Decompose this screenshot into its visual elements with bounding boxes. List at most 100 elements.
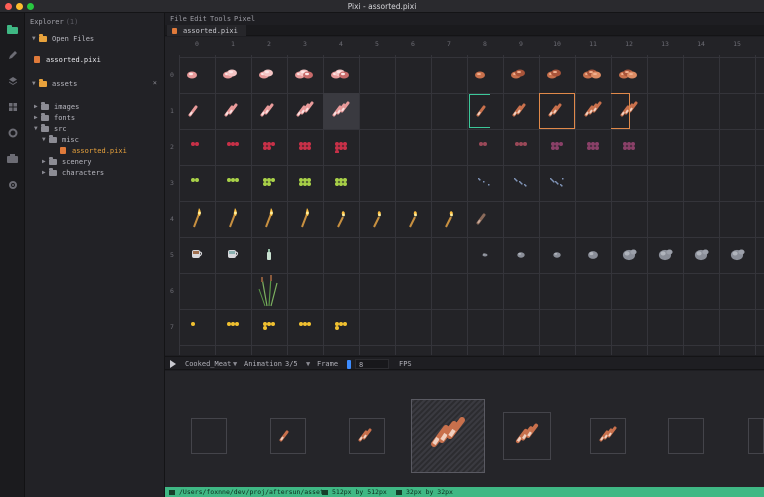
sprite-cell[interactable] [611,57,647,93]
frame-preview[interactable] [590,418,626,454]
sprite-cell[interactable] [575,237,611,273]
sprite-cell[interactable] [251,201,287,237]
sprite-cell[interactable] [215,129,251,165]
sprite-cell[interactable] [539,237,575,273]
sprite-cell[interactable] [323,201,359,237]
fps-slider-handle[interactable] [347,360,351,369]
menu-edit[interactable]: Edit [190,15,207,23]
sprite-cell[interactable] [215,93,251,129]
sprite-cell[interactable] [611,129,647,165]
sprite-cell[interactable] [539,165,575,201]
layers-icon[interactable] [6,75,19,86]
open-files-section[interactable]: ▼ Open Files [32,33,94,43]
play-icon[interactable] [170,360,176,368]
sprite-cell[interactable] [359,201,395,237]
frame-preview[interactable] [349,418,385,454]
sprite-cell[interactable] [251,57,287,93]
sprite-cell[interactable] [503,57,539,93]
sprite-cell[interactable] [467,165,503,201]
gear-icon[interactable] [6,179,19,190]
settings-gear-icon[interactable] [6,127,19,138]
frame-preview[interactable] [503,412,551,460]
sprite-cell[interactable] [575,57,611,93]
sprite-cell[interactable] [503,165,539,201]
assets-section[interactable]: ▼ assets × [32,78,162,88]
frame-preview[interactable] [270,418,306,454]
open-file-item[interactable]: assorted.pixi [34,55,101,64]
sprite-cell[interactable] [179,201,215,237]
chevron-down-icon[interactable]: ▼ [306,360,310,368]
sprite-cell[interactable] [215,57,251,93]
sprite-cell[interactable] [251,273,287,309]
menu-pixel[interactable]: Pixel [234,15,255,23]
sprite-cell[interactable] [287,309,323,345]
sprite-cell[interactable] [215,165,251,201]
tree-item-characters[interactable]: ▶ characters [42,167,104,177]
sprite-cell[interactable] [539,129,575,165]
grid-icon[interactable] [6,101,19,112]
sprite-sheet-canvas[interactable]: 0 1 2 3 4 5 6 7 8 9 10 11 12 13 14 15 0 1 2 3 4 5 6 7 [165,37,764,355]
sprite-cell[interactable] [251,237,287,273]
chevron-down-icon[interactable]: ▼ [233,360,237,368]
menu-file[interactable]: File [170,15,187,23]
sprite-cell[interactable] [395,201,431,237]
sprite-cell[interactable] [251,309,287,345]
sprite-cell[interactable] [647,237,683,273]
sprite-cell[interactable] [215,237,251,273]
tree-item-fonts[interactable]: ▶ fonts [34,112,75,122]
animation-mode-select[interactable]: Animation [244,360,282,368]
sprite-cell[interactable] [287,201,323,237]
sprite-cell[interactable] [179,237,215,273]
sprite-cell[interactable] [323,129,359,165]
sprite-cell[interactable] [251,93,287,129]
current-frame-preview[interactable] [411,399,485,473]
tree-item-scenery[interactable]: ▶ scenery [42,156,92,166]
sprite-cell[interactable] [683,237,719,273]
tree-item-assorted-pixi[interactable]: assorted.pixi [60,146,127,155]
sprite-cell[interactable] [323,57,359,93]
export-icon[interactable] [6,153,19,164]
frame-preview[interactable] [191,418,227,454]
sprite-cell[interactable] [503,93,539,129]
sprite-cell[interactable] [611,237,647,273]
sprite-cell[interactable] [575,93,611,129]
sprite-cell[interactable] [179,309,215,345]
tree-item-src[interactable]: ▼ src [34,123,67,133]
sprite-cell[interactable] [287,93,323,129]
folder-icon[interactable] [6,24,19,35]
sprite-cell[interactable] [179,129,215,165]
sprite-cell[interactable] [179,93,215,129]
sprite-cell[interactable] [467,57,503,93]
animation-name[interactable]: Cooked_Meat [185,360,231,368]
sprite-cell[interactable] [431,201,467,237]
sprite-cell[interactable] [287,129,323,165]
sprite-cell[interactable] [467,237,503,273]
sprite-cell[interactable] [503,129,539,165]
sprite-cell[interactable] [575,129,611,165]
sprite-cell[interactable] [503,237,539,273]
tab-assorted-pixi[interactable]: assorted.pixi [167,25,246,36]
pencil-icon[interactable] [6,49,19,60]
sprite-cell[interactable] [323,165,359,201]
tree-item-misc[interactable]: ▼ misc [42,134,79,144]
sprite-cell[interactable] [251,165,287,201]
close-folder-button[interactable]: × [153,79,157,87]
sprite-cell[interactable] [287,57,323,93]
frame-preview[interactable] [668,418,704,454]
sprite-cell[interactable] [215,201,251,237]
sprite-cell[interactable] [179,165,215,201]
frame-select[interactable]: Frame [317,360,338,368]
tree-item-images[interactable]: ▶ images [34,101,79,111]
sprite-cell[interactable] [287,165,323,201]
sprite-cell[interactable] [215,309,251,345]
sprite-cell[interactable] [719,237,755,273]
sprite-cell[interactable] [179,57,215,93]
sprite-cell[interactable] [539,57,575,93]
sprite-cell[interactable] [323,309,359,345]
frame-preview[interactable] [748,418,764,454]
sprite-cell[interactable] [323,93,359,129]
sprite-cell[interactable] [467,201,503,237]
sprite-cell[interactable] [251,129,287,165]
menu-tools[interactable]: Tools [210,15,231,23]
sprite-cell[interactable] [467,129,503,165]
